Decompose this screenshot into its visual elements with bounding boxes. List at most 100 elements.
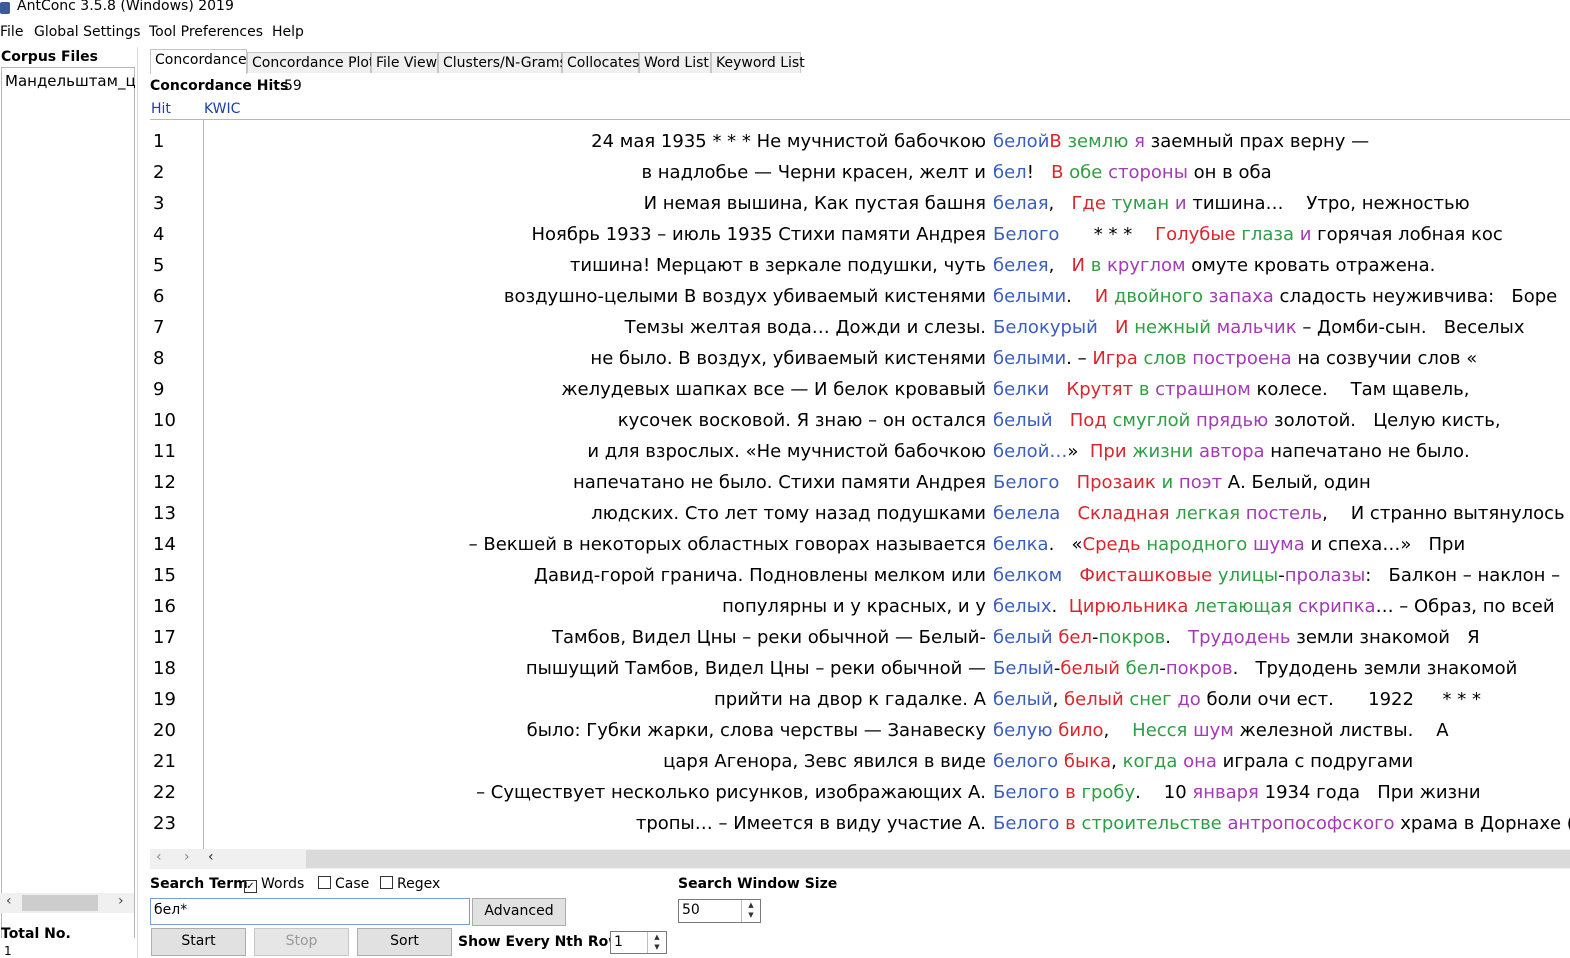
start-button[interactable]: Start	[151, 928, 246, 956]
column-header-kwic[interactable]: KWIC	[204, 101, 240, 117]
sort-button[interactable]: Sort	[357, 928, 452, 956]
left-context[interactable]: в надлобье — Черни красен, желт и	[641, 158, 986, 188]
left-context[interactable]: – Векшей в некоторых областных говорах н…	[469, 530, 986, 560]
keyword-hit[interactable]: Белого	[993, 472, 1059, 493]
tab-word-list[interactable]: Word List	[639, 52, 711, 73]
concordance-line[interactable]: Белый-белый бел-покров. Трудодень земли …	[993, 654, 1517, 684]
keyword-hit[interactable]: белки	[993, 379, 1049, 400]
tab-clusters-ngrams[interactable]: Clusters/N-Grams	[438, 52, 567, 73]
panel-divider[interactable]	[137, 47, 138, 958]
left-context[interactable]: пышущий Тамбов, Видел Цны – реки обычной…	[526, 654, 986, 684]
nth-row-spinner[interactable]: 1 ▲ ▼	[610, 931, 667, 954]
concordance-line[interactable]: Белокурый И нежный мальчик – Домби-сын. …	[993, 313, 1525, 343]
keyword-hit[interactable]: белых	[993, 596, 1052, 617]
concordance-line[interactable]: Белого в гробу. 10 января 1934 года При …	[993, 778, 1481, 808]
scroll-left-icon[interactable]: ‹	[156, 849, 162, 865]
keyword-hit[interactable]: Белого	[993, 813, 1059, 834]
left-context[interactable]: прийти на двор к гадалке. А	[714, 685, 986, 715]
scrollbar-thumb[interactable]	[22, 895, 98, 911]
left-context[interactable]: напечатано не было. Стихи памяти Андрея	[573, 468, 986, 498]
left-context[interactable]: желудевых шапках все — И белок кровавый	[561, 375, 986, 405]
left-context[interactable]: было: Губки жарки, слова черствы — Занав…	[527, 716, 986, 746]
tab-file-view[interactable]: File View	[371, 52, 438, 73]
corpus-horizontal-scrollbar[interactable]: ‹ ›	[0, 893, 134, 913]
checkbox-box[interactable]	[380, 876, 393, 889]
keyword-hit[interactable]: белея	[993, 255, 1049, 276]
regex-checkbox[interactable]: Regex	[380, 876, 440, 892]
left-context[interactable]: и для взрослых. «Не мучнистой бабочкою	[587, 437, 986, 467]
keyword-hit[interactable]: белела	[993, 503, 1060, 524]
concordance-line[interactable]: белея, И в круглом омуте кровать отражен…	[993, 251, 1435, 281]
menu-tool-preferences[interactable]: Tool Preferences	[149, 24, 263, 40]
advanced-button[interactable]: Advanced	[472, 898, 566, 926]
keyword-hit[interactable]: Белого	[993, 782, 1059, 803]
keyword-hit[interactable]: белком	[993, 565, 1062, 586]
search-input[interactable]: бел*	[150, 898, 470, 925]
spinner-arrows-icon[interactable]: ▲ ▼	[741, 900, 760, 922]
tab-concordance[interactable]: Concordance	[150, 49, 247, 74]
left-context[interactable]: 24 мая 1935 * * * Не мучнистой бабочкою	[591, 127, 986, 157]
scroll-left-icon[interactable]: ‹	[208, 849, 214, 865]
left-context[interactable]: Тамбов, Видел Цны – реки обычной — Белый…	[552, 623, 986, 653]
concordance-line[interactable]: белый, белый снег до боли очи ест. 1922 …	[993, 685, 1481, 715]
tab-keyword-list[interactable]: Keyword List	[711, 52, 805, 73]
stop-button[interactable]: Stop	[254, 928, 349, 956]
menu-global-settings[interactable]: Global Settings	[34, 24, 141, 40]
keyword-hit[interactable]: белой…	[993, 441, 1067, 462]
keyword-hit[interactable]: белая	[993, 193, 1049, 214]
concordance-line[interactable]: белый бел-покров. Трудодень земли знаком…	[993, 623, 1480, 653]
menu-help[interactable]: Help	[272, 24, 304, 40]
concordance-line[interactable]: белком Фисташковые улицы-пролазы: Балкон…	[993, 561, 1560, 591]
words-checkbox[interactable]: ✓ Words	[244, 876, 304, 893]
corpus-file-item[interactable]: Мандельштам_ц	[5, 72, 136, 90]
checkbox-box[interactable]	[318, 876, 331, 889]
menu-file[interactable]: File	[0, 24, 23, 40]
concordance-line[interactable]: Белого * * * Голубые глаза и горячая лоб…	[993, 220, 1503, 250]
left-context[interactable]: царя Агенора, Зевс явился в виде	[663, 747, 986, 777]
scroll-right-icon[interactable]: ›	[184, 849, 190, 865]
keyword-hit[interactable]: белой	[993, 131, 1049, 152]
keyword-hit[interactable]: белыми	[993, 286, 1066, 307]
concordance-line[interactable]: белая, Где туман и тишина… Утро, нежност…	[993, 189, 1470, 219]
left-context[interactable]: Ноябрь 1933 – июль 1935 Стихи памяти Анд…	[532, 220, 987, 250]
spinner-arrows-icon[interactable]: ▲ ▼	[647, 932, 666, 953]
check-icon[interactable]: ✓	[244, 880, 257, 893]
concordance-line[interactable]: Белого Прозаик и поэт А. Белый, один	[993, 468, 1371, 498]
concordance-line[interactable]: белую било, Несся шум железной листвы. А	[993, 716, 1449, 746]
keyword-hit[interactable]: белый	[993, 689, 1053, 710]
concordance-line[interactable]: белого быка, когда она играла с подругам…	[993, 747, 1413, 777]
case-checkbox[interactable]: Case	[318, 876, 369, 892]
left-context[interactable]: Темзы желтая вода… Дожди и слезы.	[625, 313, 986, 343]
concordance-line[interactable]: белый Под смуглой прядью золотой. Целую …	[993, 406, 1501, 436]
left-context[interactable]: – Существует несколько рисунков, изображ…	[476, 778, 986, 808]
concordance-line[interactable]: белки Крутят в страшном колесе. Там щаве…	[993, 375, 1469, 405]
scroll-left-icon[interactable]: ‹	[6, 893, 12, 909]
keyword-hit[interactable]: белка	[993, 534, 1049, 555]
keyword-hit[interactable]: белый	[993, 410, 1053, 431]
concordance-line[interactable]: белойВ землю я заемный прах верну —	[993, 127, 1369, 157]
scrollbar-track[interactable]	[306, 850, 1570, 868]
left-context[interactable]: популярны и у красных, и у	[722, 592, 986, 622]
keyword-hit[interactable]: бел	[993, 162, 1027, 183]
concordance-line[interactable]: белых. Цирюльника летающая скрипка… – Об…	[993, 592, 1555, 622]
keyword-hit[interactable]: белыми	[993, 348, 1066, 369]
left-context[interactable]: тропы… – Имеется в виду участие А.	[636, 809, 986, 839]
keyword-hit[interactable]: Белый	[993, 658, 1054, 679]
keyword-hit[interactable]: Белокурый	[993, 317, 1098, 338]
scroll-right-icon[interactable]: ›	[118, 893, 124, 909]
concordance-line[interactable]: белой…» При жизни автора напечатано не б…	[993, 437, 1470, 467]
tab-collocates[interactable]: Collocates	[562, 52, 639, 73]
left-context[interactable]: кусочек восковой. Я знаю – он остался	[618, 406, 986, 436]
concordance-line[interactable]: Белого в строительстве антропософского х…	[993, 809, 1570, 839]
left-context[interactable]: Давид-горой гранича. Подновлены мелком и…	[534, 561, 986, 591]
column-header-hit[interactable]: Hit	[151, 101, 171, 117]
keyword-hit[interactable]: белую	[993, 720, 1052, 741]
concordance-line[interactable]: бел! В обе стороны он в оба	[993, 158, 1272, 188]
corpus-file-list[interactable]: Мандельштам_ц	[1, 67, 136, 938]
concordance-line[interactable]: белела Складная легкая постель, И странн…	[993, 499, 1565, 529]
tab-concordance-plot[interactable]: Concordance Plot	[247, 52, 374, 73]
left-context[interactable]: не было. В воздух, убиваемый кистенями	[590, 344, 986, 374]
left-context[interactable]: людских. Сто лет тому назад подушками	[591, 499, 986, 529]
left-context[interactable]: тишина! Мерцают в зеркале подушки, чуть	[570, 251, 986, 281]
results-horizontal-scrollbar[interactable]: ‹ › ‹	[150, 849, 1570, 869]
